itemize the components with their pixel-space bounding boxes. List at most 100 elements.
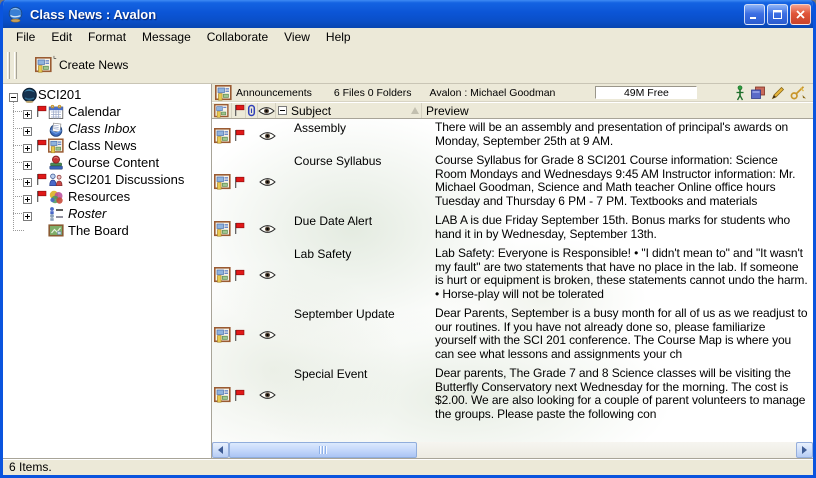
expand-icon[interactable]	[23, 141, 32, 150]
titlebar: Class News : Avalon	[0, 0, 816, 28]
sort-ascending-icon	[411, 107, 419, 114]
menu-message[interactable]: Message	[134, 28, 199, 47]
expand-icon[interactable]	[23, 209, 32, 218]
create-news-label: Create News	[59, 58, 128, 72]
expand-icon[interactable]	[23, 175, 32, 184]
board-icon	[48, 223, 64, 239]
tree-connector	[13, 128, 24, 129]
attachment-icon	[247, 104, 256, 117]
message-row[interactable]: Special EventDear parents, The Grade 7 a…	[212, 365, 813, 425]
collapse-icon[interactable]	[9, 90, 18, 99]
tree-item-course-content[interactable]: Course Content	[3, 154, 211, 171]
scrollbar-track[interactable]	[229, 442, 796, 458]
app-window: Class News : Avalon FileEditFormatMessag…	[0, 0, 816, 478]
message-row[interactable]: AssemblyThere will be an assembly and pr…	[212, 119, 813, 152]
unread-flag-icon	[232, 119, 246, 152]
expand-icon	[23, 226, 32, 235]
attachment-cell	[246, 119, 258, 152]
tree-item-the-board[interactable]: The Board	[3, 222, 211, 239]
create-news-button[interactable]: ⌞ Create News	[27, 54, 136, 76]
server-user-label: Avalon : Michael Goodman	[430, 87, 556, 99]
expand-icon[interactable]	[23, 158, 32, 167]
tree-item-sci201-discussions[interactable]: SCI201 Discussions	[3, 171, 211, 188]
tree-item-label: The Board	[68, 223, 129, 238]
unread-flag-icon	[35, 173, 48, 186]
status-bar: 6 Items.	[3, 458, 813, 475]
column-viewed[interactable]	[258, 103, 276, 118]
unread-flag-icon	[232, 305, 246, 365]
message-row[interactable]: Due Date AlertLAB A is due Friday Septem…	[212, 212, 813, 245]
news-item-icon	[212, 152, 232, 212]
attachment-cell	[246, 152, 258, 212]
create-news-icon	[35, 57, 52, 73]
tree-item-label: Class Inbox	[68, 121, 136, 136]
scroll-right-button[interactable]	[796, 442, 813, 458]
scroll-left-button[interactable]	[212, 442, 229, 458]
file-folder-counts: 6 Files 0 Folders	[334, 87, 412, 99]
message-row[interactable]: September UpdateDear Parents, September …	[212, 305, 813, 365]
toolbar-grip[interactable]	[7, 52, 10, 79]
tree-connector	[13, 162, 24, 163]
item-count-label: 6 Items.	[9, 460, 52, 474]
create-news-badge: ⌞	[53, 53, 57, 59]
tree-item-label: Class News	[68, 138, 137, 153]
menu-file[interactable]: File	[8, 28, 43, 47]
conference-tree-pane: SCI201CalendarClass Inbox Class NewsCours…	[3, 84, 212, 458]
expand-icon[interactable]	[23, 124, 32, 133]
close-button[interactable]	[790, 4, 811, 25]
palette-icon	[48, 189, 64, 205]
key-pen-icon[interactable]	[790, 86, 807, 100]
tree-item-label: Resources	[68, 189, 130, 204]
tree-item-sci201[interactable]: SCI201	[3, 86, 211, 103]
people-icon	[48, 172, 64, 188]
message-row[interactable]: Course SyllabusCourse Syllabus for Grade…	[212, 152, 813, 212]
message-subject: Special Event	[276, 365, 422, 383]
eye-icon	[258, 106, 275, 116]
pencil-icon[interactable]	[771, 86, 785, 100]
menu-view[interactable]: View	[276, 28, 318, 47]
tree-item-class-news[interactable]: Class News	[3, 137, 211, 154]
horizontal-scrollbar	[212, 442, 813, 458]
preview-header-label: Preview	[426, 104, 469, 118]
tree-connector	[13, 145, 24, 146]
message-row[interactable]: Lab SafetyLab Safety: Everyone is Respon…	[212, 245, 813, 305]
message-preview: Course Syllabus for Grade 8 SCI201 Cours…	[422, 152, 813, 212]
scrollbar-thumb[interactable]	[229, 442, 417, 458]
menu-help[interactable]: Help	[318, 28, 359, 47]
menu-collaborate[interactable]: Collaborate	[199, 28, 276, 47]
eye-icon	[258, 365, 276, 425]
unread-flag-icon	[232, 152, 246, 212]
column-flag[interactable]	[232, 103, 246, 118]
eye-icon	[258, 305, 276, 365]
collapse-all-icon[interactable]	[278, 106, 287, 115]
tree-connector	[13, 111, 24, 112]
column-preview[interactable]: Preview	[422, 103, 813, 118]
maximize-button[interactable]	[767, 4, 788, 25]
tree-item-class-inbox[interactable]: Class Inbox	[3, 120, 211, 137]
menu-bar: FileEditFormatMessageCollaborateViewHelp	[3, 28, 813, 47]
toolbar-grip[interactable]	[14, 52, 17, 79]
tree-item-roster[interactable]: Roster	[3, 205, 211, 222]
news-item-icon	[212, 212, 232, 245]
unread-flag-icon	[35, 190, 48, 203]
tree-item-resources[interactable]: Resources	[3, 188, 211, 205]
books-icon	[48, 155, 64, 171]
message-subject: Assembly	[276, 119, 422, 137]
column-item-type[interactable]	[212, 103, 232, 118]
announce-actions	[735, 85, 809, 101]
free-space-label: 49M Free	[624, 87, 669, 99]
menu-edit[interactable]: Edit	[43, 28, 80, 47]
windows-icon[interactable]	[750, 86, 766, 100]
menu-format[interactable]: Format	[80, 28, 134, 47]
column-subject[interactable]: Subject	[276, 103, 422, 118]
column-attachment[interactable]	[246, 103, 258, 118]
expand-icon[interactable]	[23, 192, 32, 201]
globe-icon	[21, 87, 38, 103]
list-column-headers: Subject Preview	[212, 102, 813, 119]
minimize-button[interactable]	[744, 4, 765, 25]
expand-icon[interactable]	[23, 107, 32, 116]
person-icon[interactable]	[735, 85, 745, 101]
news-icon	[214, 104, 229, 118]
tree-item-calendar[interactable]: Calendar	[3, 103, 211, 120]
message-subject: Due Date Alert	[276, 212, 422, 230]
